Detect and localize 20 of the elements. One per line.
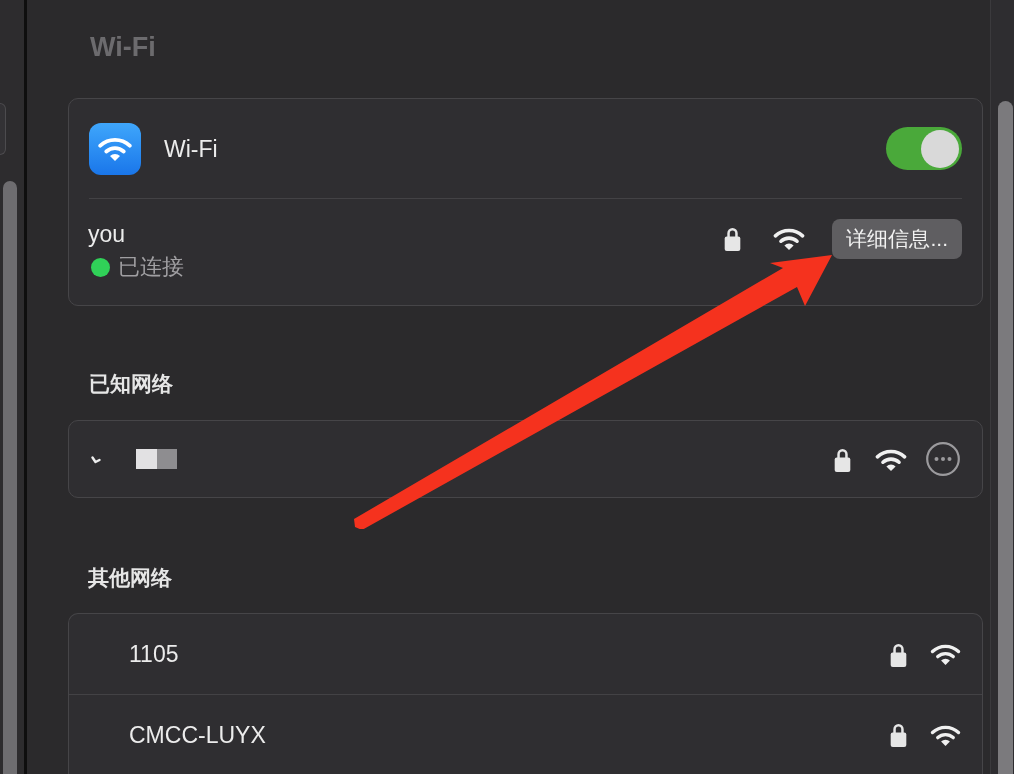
scrollbar-thumb[interactable] — [998, 101, 1013, 774]
connection-status: 已连接 — [118, 253, 184, 281]
network-name: you — [88, 220, 127, 249]
wifi-app-icon — [89, 122, 141, 175]
more-icon[interactable] — [926, 442, 960, 476]
wifi-icon — [930, 723, 961, 746]
section-heading: 已知网络 — [89, 371, 173, 397]
wifi-label: Wi-Fi — [164, 134, 218, 164]
wifi-icon — [875, 447, 907, 471]
wifi-icon — [773, 227, 806, 250]
details-button[interactable]: 详细信息... — [832, 218, 962, 259]
scrollbar-thumb[interactable] — [3, 181, 17, 774]
wifi-icon — [930, 643, 961, 665]
wifi-toggle[interactable] — [886, 127, 962, 170]
pixelated-block-icon — [136, 449, 177, 469]
network-name[interactable]: 1105 — [129, 639, 179, 669]
network-name[interactable]: CMCC-LUYX — [129, 719, 266, 750]
search-field[interactable] — [0, 103, 6, 155]
page-title: Wi-Fi — [90, 32, 156, 62]
section-heading: 其他网络 — [88, 565, 172, 591]
